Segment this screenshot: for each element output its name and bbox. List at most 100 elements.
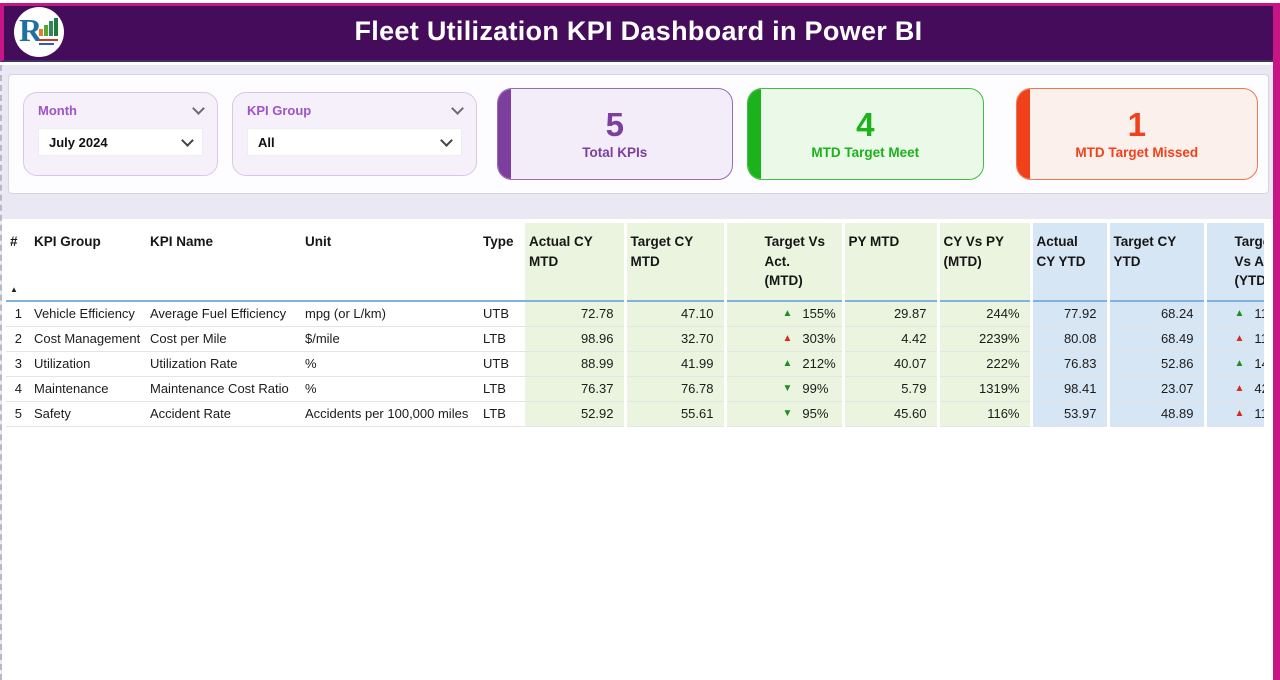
cell-actual_mtd: 52.92 (525, 401, 625, 426)
cell-target_ytd: 68.24 (1108, 301, 1205, 326)
mtd-target-meet-label: MTD Target Meet (811, 145, 919, 160)
variance-value: 212% (802, 356, 835, 371)
col-header-actual_ytd[interactable]: Actual CY YTD (1031, 223, 1108, 301)
title-bar: R Fleet Utilization KPI Dashboard in Pow… (0, 3, 1273, 62)
chevron-down-icon[interactable] (181, 134, 194, 147)
variance-value: 114% (1254, 306, 1264, 321)
mtd-target-missed-value: 1 (1128, 108, 1146, 143)
col-header-group[interactable]: KPI Group (30, 223, 146, 301)
cell-py_mtd: 45.60 (843, 401, 938, 426)
col-header-cy_vs_py_mtd[interactable]: CY Vs PY (MTD) (938, 223, 1031, 301)
col-header-tva_ytd[interactable]: Target Vs Act. (YTD) (1205, 223, 1264, 301)
col-header-unit[interactable]: Unit (301, 223, 479, 301)
up-arrow-icon: ▲ (783, 334, 793, 344)
up-arrow-icon: ▲ (1235, 359, 1245, 369)
cell-type: LTB (479, 326, 525, 351)
cell-tva_mtd: ▼ 95% (725, 401, 843, 426)
total-kpis-value: 5 (606, 108, 624, 143)
variance-value: 95% (802, 406, 828, 421)
cell-type: UTB (479, 301, 525, 326)
variance-value: 155% (802, 306, 835, 321)
month-slicer[interactable]: Month July 2024 (23, 92, 218, 176)
cell-name: Accident Rate (146, 401, 301, 426)
down-arrow-icon: ▼ (783, 409, 793, 419)
kpi-group-dropdown[interactable]: All (247, 128, 462, 156)
variance-value: 110% (1254, 406, 1264, 421)
cell-num: 4 (6, 376, 30, 401)
cell-name: Cost per Mile (146, 326, 301, 351)
filters-kpi-panel: Month July 2024 KPI Group All (8, 74, 1269, 194)
cell-actual_ytd: 80.08 (1031, 326, 1108, 351)
cell-unit: % (301, 376, 479, 401)
cell-target_ytd: 48.89 (1108, 401, 1205, 426)
cell-type: UTB (479, 351, 525, 376)
col-header-num[interactable]: #▲ (6, 223, 30, 301)
kpi-group-slicer[interactable]: KPI Group All (232, 92, 477, 176)
chevron-down-icon[interactable] (451, 102, 464, 115)
cell-py_mtd: 4.42 (843, 326, 938, 351)
down-arrow-icon: ▼ (783, 384, 793, 394)
kpi-table: #▲KPI GroupKPI NameUnitTypeActual CY MTD… (6, 223, 1264, 427)
cell-tva_ytd: ▲117% (1205, 326, 1264, 351)
cell-cy_vs_py_mtd: 222% (938, 351, 1031, 376)
cell-unit: mpg (or L/km) (301, 301, 479, 326)
col-header-actual_mtd[interactable]: Actual CY MTD (525, 223, 625, 301)
cell-cy_vs_py_mtd: 244% (938, 301, 1031, 326)
cell-py_mtd: 29.87 (843, 301, 938, 326)
table-row[interactable]: 2Cost ManagementCost per Mile$/mileLTB98… (6, 326, 1264, 351)
kpi-table-wrap: #▲KPI GroupKPI NameUnitTypeActual CY MTD… (6, 223, 1264, 427)
variance-value: 303% (802, 331, 835, 346)
report-body: Month July 2024 KPI Group All (0, 65, 1273, 680)
cell-group: Vehicle Efficiency (30, 301, 146, 326)
cell-group: Safety (30, 401, 146, 426)
kpi-group-dropdown-value: All (258, 135, 275, 150)
cell-cy_vs_py_mtd: 2239% (938, 326, 1031, 351)
cell-type: LTB (479, 401, 525, 426)
cell-num: 3 (6, 351, 30, 376)
col-header-name[interactable]: KPI Name (146, 223, 301, 301)
app-logo: R (14, 7, 64, 57)
month-dropdown[interactable]: July 2024 (38, 128, 203, 156)
cell-num: 1 (6, 301, 30, 326)
cell-target_mtd: 76.78 (625, 376, 725, 401)
col-header-target_ytd[interactable]: Target CY YTD (1108, 223, 1205, 301)
cell-tva_mtd: ▼ 99% (725, 376, 843, 401)
variance-value: 117% (1254, 331, 1264, 346)
cell-tva_mtd: ▲ 303% (725, 326, 843, 351)
col-header-tva_mtd[interactable]: Target Vs Act. (MTD) (725, 223, 843, 301)
page-border-top (0, 3, 1280, 6)
cell-type: LTB (479, 376, 525, 401)
cell-actual_ytd: 77.92 (1031, 301, 1108, 326)
chevron-down-icon[interactable] (440, 134, 453, 147)
up-arrow-icon: ▲ (783, 309, 793, 319)
table-row[interactable]: 5SafetyAccident RateAccidents per 100,00… (6, 401, 1264, 426)
cell-num: 5 (6, 401, 30, 426)
cell-target_ytd: 23.07 (1108, 376, 1205, 401)
chevron-down-icon[interactable] (192, 102, 205, 115)
variance-value: 427% (1254, 381, 1264, 396)
cell-name: Average Fuel Efficiency (146, 301, 301, 326)
table-header-row: #▲KPI GroupKPI NameUnitTypeActual CY MTD… (6, 223, 1264, 301)
page-border-right (1273, 3, 1280, 680)
mtd-target-missed-label: MTD Target Missed (1075, 145, 1198, 160)
col-header-type[interactable]: Type (479, 223, 525, 301)
cell-actual_ytd: 98.41 (1031, 376, 1108, 401)
cell-actual_mtd: 76.37 (525, 376, 625, 401)
cell-tva_ytd: ▲145% (1205, 351, 1264, 376)
up-arrow-icon: ▲ (1235, 384, 1245, 394)
cell-unit: Accidents per 100,000 miles (301, 401, 479, 426)
cell-tva_mtd: ▲212% (725, 351, 843, 376)
variance-value: 99% (802, 381, 828, 396)
table-row[interactable]: 3UtilizationUtilization Rate%UTB88.9941.… (6, 351, 1264, 376)
cell-actual_ytd: 53.97 (1031, 401, 1108, 426)
table-row[interactable]: 4MaintenanceMaintenance Cost Ratio%LTB76… (6, 376, 1264, 401)
cell-target_ytd: 52.86 (1108, 351, 1205, 376)
cell-py_mtd: 40.07 (843, 351, 938, 376)
col-header-py_mtd[interactable]: PY MTD (843, 223, 938, 301)
sort-ascending-icon[interactable]: ▲ (10, 284, 18, 296)
table-row[interactable]: 1Vehicle EfficiencyAverage Fuel Efficien… (6, 301, 1264, 326)
cell-group: Cost Management (30, 326, 146, 351)
col-header-target_mtd[interactable]: Target CY MTD (625, 223, 725, 301)
cell-group: Utilization (30, 351, 146, 376)
cell-actual_mtd: 72.78 (525, 301, 625, 326)
